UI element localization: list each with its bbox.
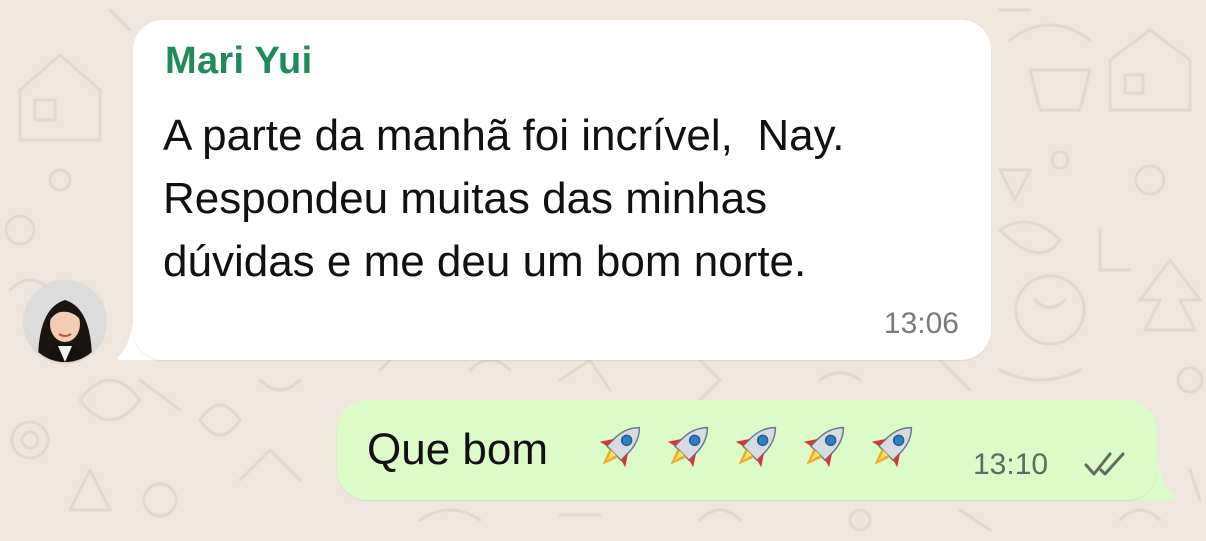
outgoing-timestamp: 13:10: [973, 448, 1049, 481]
double-check-icon: [1084, 452, 1125, 476]
rocket-icon: [735, 426, 777, 468]
rocket-icon: [667, 426, 709, 468]
avatar-photo-icon: [24, 280, 106, 362]
rocket-icon: [599, 426, 641, 468]
sender-name[interactable]: Mari Yui: [165, 40, 312, 83]
emoji-group: [591, 416, 923, 476]
rocket-icon: [871, 426, 913, 468]
outgoing-message-text: Que bom: [367, 425, 548, 474]
outgoing-message-bubble[interactable]: Que bom 13:10: [337, 400, 1157, 500]
message-text: A parte da manhã foi incrível, Nay. Resp…: [163, 111, 845, 286]
message-timestamp: 13:06: [883, 307, 959, 340]
avatar[interactable]: [24, 280, 106, 362]
rocket-icon: [803, 426, 845, 468]
incoming-message-bubble[interactable]: Mari Yui A parte da manhã foi incrível, …: [133, 20, 991, 360]
